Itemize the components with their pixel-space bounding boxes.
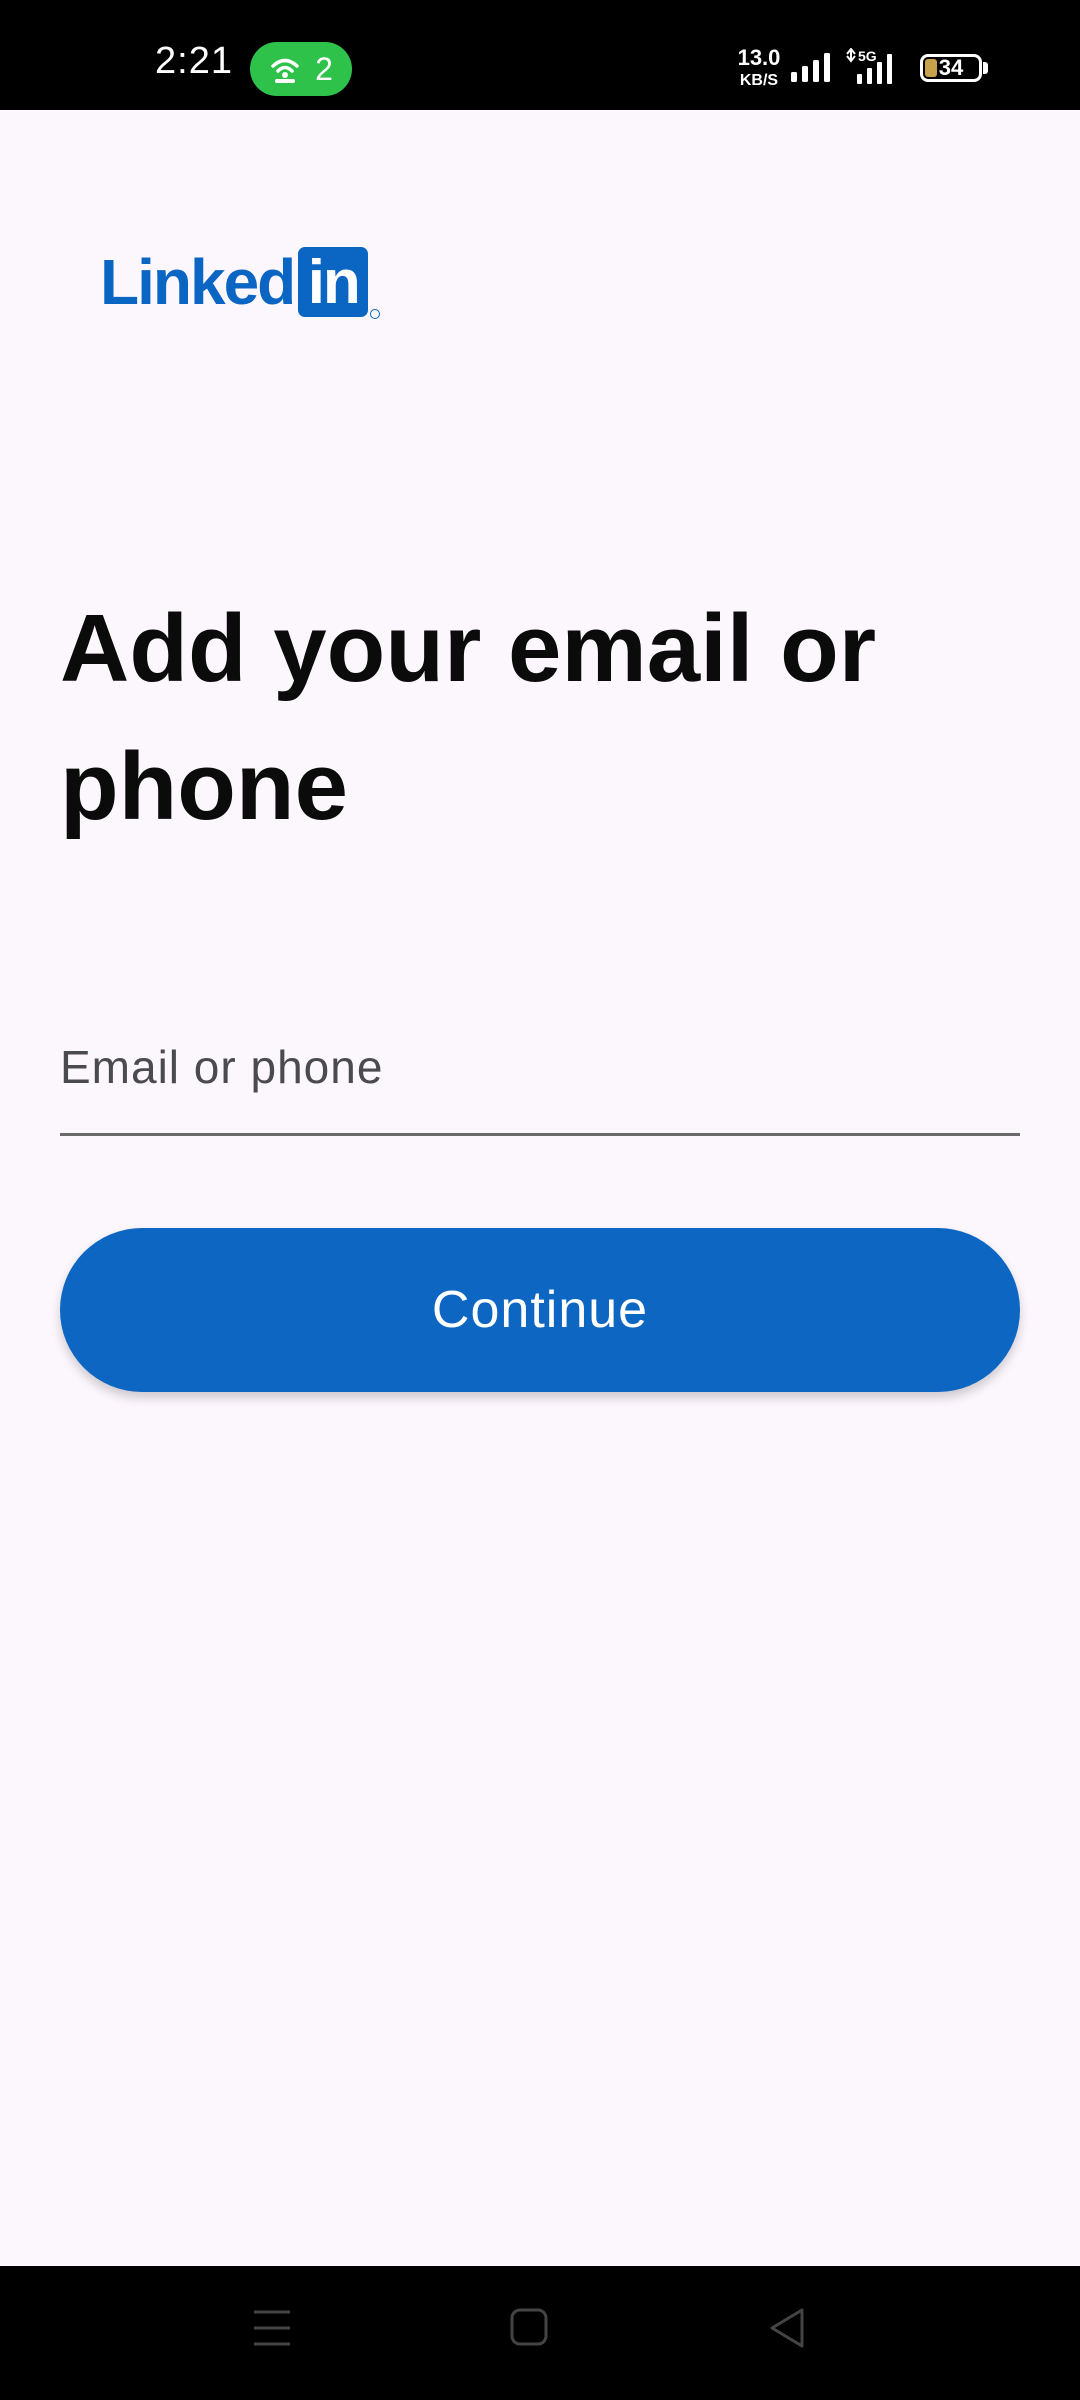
status-time: 2:21 — [155, 40, 233, 82]
back-icon[interactable] — [766, 2306, 810, 2350]
page-title: Add your email or phone — [60, 595, 877, 840]
network-speed-value: 13.0 — [737, 45, 781, 70]
registered-mark — [370, 309, 381, 319]
network-type: 5G — [858, 48, 877, 64]
network-speed-unit: KB/S — [739, 72, 779, 89]
email-or-phone-input[interactable] — [60, 1000, 1020, 1136]
system-nav-bar — [0, 2266, 1080, 2400]
logo-text: Linked — [100, 246, 296, 318]
hotspot-count: 2 — [315, 50, 333, 87]
network-speed: 13.0 KB/S — [733, 45, 785, 91]
home-icon[interactable] — [508, 2306, 552, 2350]
status-bar: 2:21 2 13.0 KB/S 5G 34 — [0, 0, 1080, 110]
battery-level: 34 — [938, 55, 964, 80]
battery-icon: 34 — [920, 54, 982, 82]
signal-icon — [791, 53, 830, 82]
logo-box: in — [298, 247, 369, 317]
linkedin-logo: Linked in — [100, 245, 381, 319]
battery-tip — [983, 62, 988, 74]
menu-icon[interactable] — [252, 2306, 292, 2350]
5g-signal-icon: 5G — [846, 48, 892, 84]
continue-button[interactable]: Continue — [60, 1228, 1020, 1392]
hotspot-icon — [271, 58, 299, 83]
email-field-container — [60, 1000, 1020, 1138]
hotspot-indicator[interactable]: 2 — [250, 42, 352, 96]
